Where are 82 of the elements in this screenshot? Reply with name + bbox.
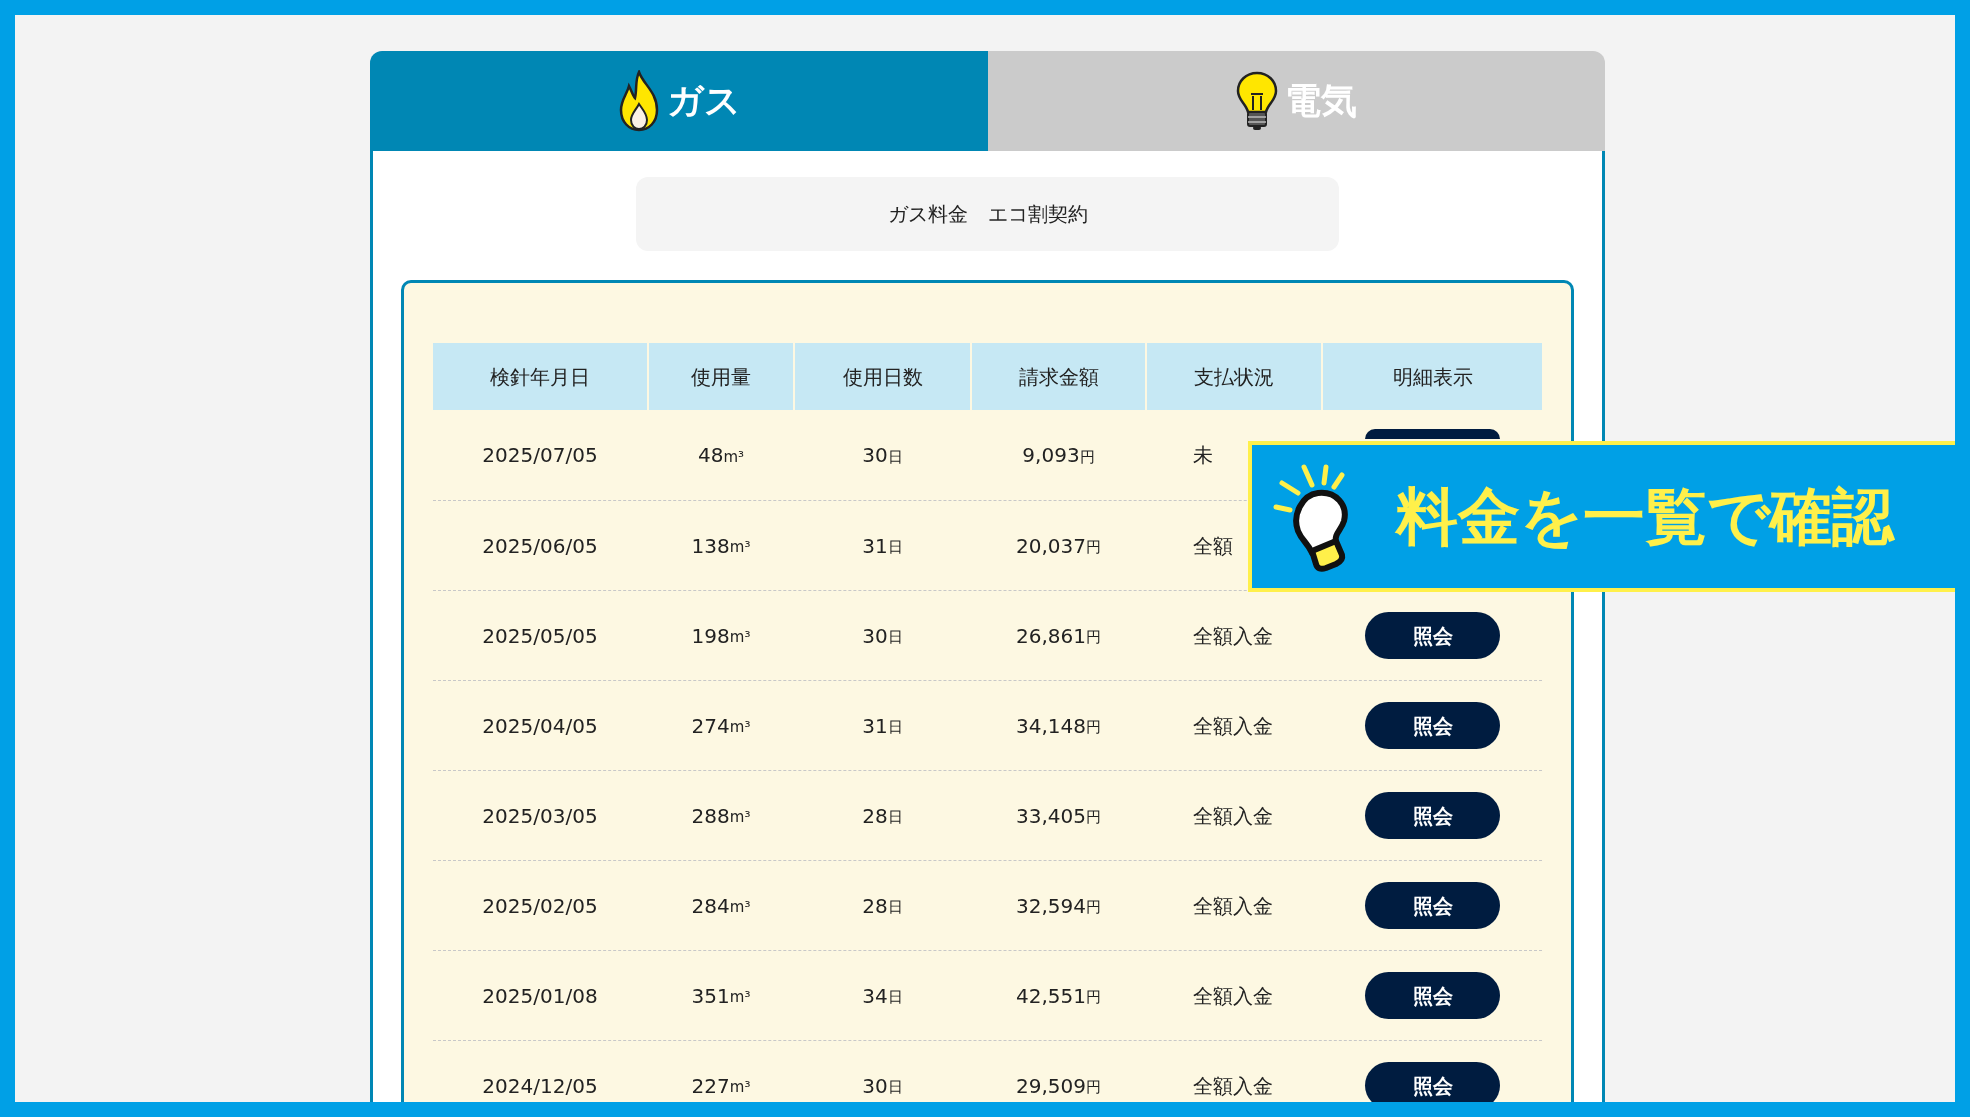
column-header: 支払状況 [1147, 343, 1321, 410]
unit-label: 日 [887, 987, 903, 1009]
inquiry-button[interactable] [1365, 429, 1500, 439]
table-cell-text: 2025/06/05 [481, 532, 599, 560]
cell-value: 138 [691, 532, 730, 560]
table-cell-text: 全額入金 [1192, 1072, 1274, 1100]
unit-label: 円 [1086, 1077, 1101, 1099]
cell-value: 20,037 [1016, 532, 1086, 560]
cell-value: 30 [862, 1072, 888, 1100]
unit-label: 円 [1086, 807, 1101, 829]
column-header: 請求金額 [972, 343, 1145, 410]
cell-value: 42,551 [1016, 982, 1086, 1010]
table-cell-text: 2025/03/05 [481, 802, 599, 830]
inquiry-button[interactable]: 照会 [1365, 792, 1500, 839]
unit-label: m³ [729, 807, 751, 829]
unit-label: 日 [887, 446, 903, 468]
table-cell-text: 2025/01/08 [481, 982, 599, 1010]
cell-value: 351 [691, 982, 730, 1010]
cell-value: 198 [691, 622, 730, 650]
unit-label: 日 [887, 1077, 903, 1099]
cell-value: 33,405 [1016, 802, 1086, 830]
cell-value: 284 [691, 892, 730, 920]
cell-value: 288 [691, 802, 730, 830]
inquiry-button[interactable]: 照会 [1365, 702, 1500, 749]
unit-label: m³ [729, 987, 751, 1009]
unit-label: 日 [887, 807, 903, 829]
table-cell-text: 全額入金 [1192, 802, 1274, 830]
cell-value: 32,594 [1016, 892, 1086, 920]
table-cell-text: 全額入金 [1192, 622, 1274, 650]
cell-value: 9,093 [1022, 442, 1080, 469]
cell-value: 31 [862, 532, 888, 560]
unit-label: 円 [1086, 897, 1101, 919]
column-header: 明細表示 [1323, 343, 1542, 410]
table-cell-text: 2024/12/05 [481, 1072, 599, 1100]
inquiry-button[interactable]: 照会 [1365, 882, 1500, 929]
inquiry-button[interactable]: 照会 [1365, 612, 1500, 659]
inquiry-button[interactable]: 照会 [1365, 1062, 1500, 1102]
cell-value: 34,148 [1016, 712, 1086, 740]
unit-label: 円 [1086, 537, 1101, 559]
cell-value: 34 [862, 982, 888, 1010]
cell-value: 30 [862, 442, 888, 469]
table-cell-text: 2025/07/05 [481, 442, 599, 469]
unit-label: 日 [887, 897, 903, 919]
table-cell-text: 全額入金 [1192, 982, 1274, 1010]
banner-text: 料金を一覧で確認 [1396, 479, 1894, 555]
table-cell-text: 2025/05/05 [481, 622, 599, 650]
column-header: 使用日数 [795, 343, 970, 410]
plan-title: ガス料金 エコ割契約 [636, 177, 1339, 251]
unit-label: 円 [1086, 717, 1101, 739]
cell-value: 227 [691, 1072, 730, 1100]
unit-label: m³ [729, 897, 751, 919]
unit-label: m³ [723, 446, 745, 468]
unit-label: m³ [729, 627, 751, 649]
table-cell-text: 2025/04/05 [481, 712, 599, 740]
unit-label: 日 [887, 537, 903, 559]
cell-value: 29,509 [1016, 1072, 1086, 1100]
cell-value: 26,861 [1016, 622, 1086, 650]
table-cell-text: 全額入金 [1192, 712, 1274, 740]
unit-label: 円 [1079, 446, 1095, 468]
cell-value: 30 [862, 622, 888, 650]
unit-label: 円 [1086, 987, 1101, 1009]
unit-label: 日 [887, 627, 903, 649]
unit-label: m³ [729, 1077, 751, 1099]
table-cell-text: 全額 [1192, 532, 1234, 560]
unit-label: 日 [887, 717, 903, 739]
tab-label: ガス [666, 79, 741, 123]
unit-label: m³ [729, 537, 751, 559]
table-cell-text: 未 [1192, 442, 1214, 469]
table-cell-text: 全額入金 [1192, 892, 1274, 920]
column-header: 検針年月日 [433, 343, 647, 410]
cell-value: 28 [862, 892, 888, 920]
cell-value: 31 [862, 712, 888, 740]
table-cell-text: 2025/02/05 [481, 892, 599, 920]
inquiry-button[interactable]: 照会 [1365, 972, 1500, 1019]
unit-label: 円 [1086, 627, 1101, 649]
cell-value: 48 [697, 442, 724, 469]
cell-value: 274 [691, 712, 730, 740]
unit-label: m³ [729, 717, 751, 739]
tab[interactable]: ガス [370, 51, 988, 151]
cell-value: 28 [862, 802, 888, 830]
light-bulb-icon [1235, 70, 1280, 132]
column-header: 使用量 [649, 343, 793, 410]
